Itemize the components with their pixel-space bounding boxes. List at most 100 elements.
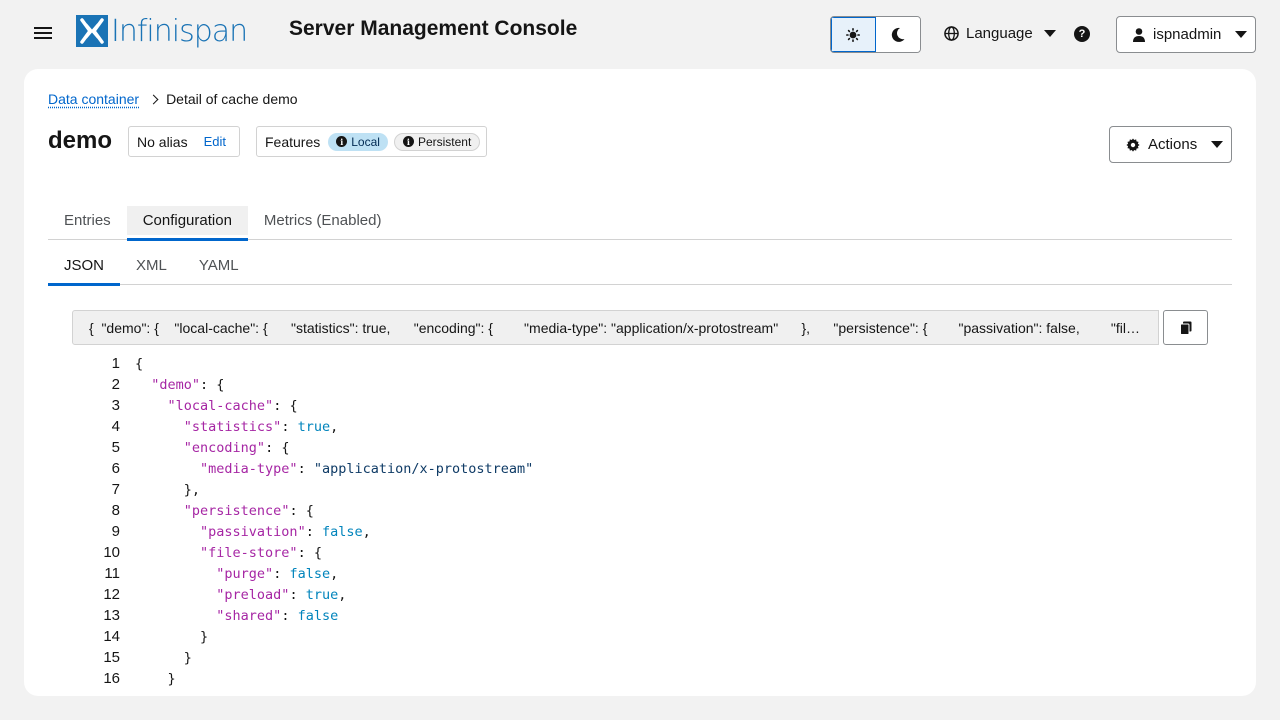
- code-text: }: [135, 628, 209, 645]
- line-number: 12: [103, 586, 120, 603]
- hamburger-menu-icon[interactable]: [34, 24, 52, 44]
- tab-entries[interactable]: Entries: [48, 201, 127, 240]
- code-text: "shared": false: [216, 607, 339, 624]
- line-number: 15: [103, 649, 120, 666]
- line-number: 5: [111, 439, 120, 456]
- cache-detail-card: Data container Detail of cache demo demo…: [24, 69, 1256, 696]
- infinispan-logo-icon: [76, 15, 108, 47]
- breadcrumb-current: Detail of cache demo: [166, 91, 298, 107]
- features-label: Features: [265, 133, 321, 150]
- code-line: 2 "demo": {: [72, 374, 1232, 395]
- alias-value: No alias: [137, 133, 188, 150]
- help-icon[interactable]: ?: [1074, 26, 1090, 42]
- line-number: 7: [111, 481, 120, 498]
- gear-icon: [1126, 137, 1140, 152]
- code-text: }: [135, 649, 192, 666]
- code-text: "file-store": {: [200, 544, 322, 561]
- code-line: 11 "purge": false,: [72, 563, 1232, 584]
- brand-logo[interactable]: Infinispan: [76, 13, 248, 49]
- breadcrumb: Data container Detail of cache demo: [48, 91, 298, 107]
- light-theme-button[interactable]: [831, 17, 876, 52]
- user-icon: [1133, 27, 1145, 42]
- line-number: 14: [103, 628, 120, 645]
- code-line: 4 "statistics": true,: [72, 416, 1232, 437]
- code-line: 5 "encoding": {: [72, 437, 1232, 458]
- tab-xml[interactable]: XML: [120, 245, 183, 285]
- edit-alias-button[interactable]: Edit: [204, 134, 226, 149]
- code-line: 13 "shared": false: [72, 605, 1232, 626]
- code-text: "media-type": "application/x-protostream…: [200, 460, 534, 477]
- moon-icon: [891, 27, 905, 42]
- feature-badge-persistent: i Persistent: [393, 132, 481, 151]
- code-text: "local-cache": {: [167, 397, 298, 414]
- actions-button[interactable]: Actions: [1109, 126, 1232, 163]
- info-icon: i: [336, 136, 348, 147]
- line-number: 4: [111, 418, 120, 435]
- app-title: Server Management Console: [289, 17, 578, 40]
- code-text: "preload": true,: [216, 586, 347, 603]
- code-text: }: [135, 670, 176, 687]
- language-label: Language: [966, 25, 1033, 42]
- tab-metrics[interactable]: Metrics (Enabled): [248, 201, 398, 240]
- code-line: 14 }: [72, 626, 1232, 647]
- theme-toggle: [830, 16, 921, 53]
- line-number: 10: [103, 544, 120, 561]
- code-text: },: [135, 481, 201, 498]
- masthead: Infinispan Server Management Console Lan…: [0, 0, 1280, 69]
- code-text: "demo": {: [151, 376, 225, 393]
- code-line: 6 "media-type": "application/x-protostre…: [72, 458, 1232, 479]
- tab-configuration[interactable]: Configuration: [126, 201, 249, 241]
- dark-theme-button[interactable]: [875, 17, 920, 52]
- code-text: "passivation": false,: [200, 523, 371, 540]
- code-line: 10 "file-store": {: [72, 542, 1232, 563]
- line-number: 16: [103, 670, 120, 687]
- cache-tabs: Entries Configuration Metrics (Enabled): [48, 201, 1232, 241]
- code-text: "persistence": {: [183, 502, 314, 519]
- code-line: 12 "preload": true,: [72, 584, 1232, 605]
- line-number: 9: [111, 523, 120, 540]
- tab-yaml[interactable]: YAML: [183, 245, 255, 285]
- code-text: "statistics": true,: [183, 418, 339, 435]
- language-selector[interactable]: Language: [944, 25, 1056, 42]
- line-number: 13: [103, 607, 120, 624]
- code-line: 7 },: [72, 479, 1232, 500]
- breadcrumb-data-container-link[interactable]: Data container: [48, 91, 139, 107]
- config-preview-text: { "demo": { "local-cache": { "statistics…: [89, 319, 1142, 336]
- line-number: 1: [111, 355, 120, 372]
- code-text: "encoding": {: [183, 439, 290, 456]
- code-text: "purge": false,: [216, 565, 339, 582]
- sun-icon: [846, 27, 861, 42]
- line-number: 6: [111, 460, 120, 477]
- code-line: 8 "persistence": {: [72, 500, 1232, 521]
- info-icon: i: [402, 136, 414, 147]
- globe-icon: [944, 26, 959, 41]
- code-line: 15 }: [72, 647, 1232, 668]
- actions-label: Actions: [1148, 136, 1198, 153]
- tab-json[interactable]: JSON: [48, 245, 121, 286]
- user-name: ispnadmin: [1153, 26, 1222, 43]
- chevron-right-icon: [148, 94, 159, 104]
- brand-name: Infinispan: [111, 13, 248, 49]
- user-menu-button[interactable]: ispnadmin: [1116, 16, 1256, 53]
- features-box: Features i Local i Persistent: [256, 126, 487, 157]
- page-title: demo: [48, 127, 113, 154]
- code-line: 3 "local-cache": {: [72, 395, 1232, 416]
- copy-icon: [1179, 321, 1191, 335]
- code-text: {: [135, 355, 144, 372]
- line-number: 3: [111, 397, 120, 414]
- chevron-down-icon: [1211, 141, 1224, 148]
- line-number: 2: [111, 376, 120, 393]
- code-editor[interactable]: 1{2 "demo": {3 "local-cache": {4 "statis…: [72, 353, 1232, 689]
- line-number: 8: [111, 502, 120, 519]
- chevron-down-icon: [1235, 31, 1248, 38]
- line-number: 11: [104, 565, 120, 582]
- code-line: 16 }: [72, 668, 1232, 689]
- code-line: 9 "passivation": false,: [72, 521, 1232, 542]
- feature-badge-local: i Local: [328, 132, 388, 151]
- config-preview-field[interactable]: { "demo": { "local-cache": { "statistics…: [72, 310, 1159, 345]
- code-line: 1{: [72, 353, 1232, 374]
- config-format-tabs: JSON XML YAML: [48, 245, 1232, 286]
- alias-box: No alias Edit: [128, 126, 240, 157]
- chevron-down-icon: [1043, 30, 1056, 37]
- copy-button[interactable]: [1163, 310, 1208, 345]
